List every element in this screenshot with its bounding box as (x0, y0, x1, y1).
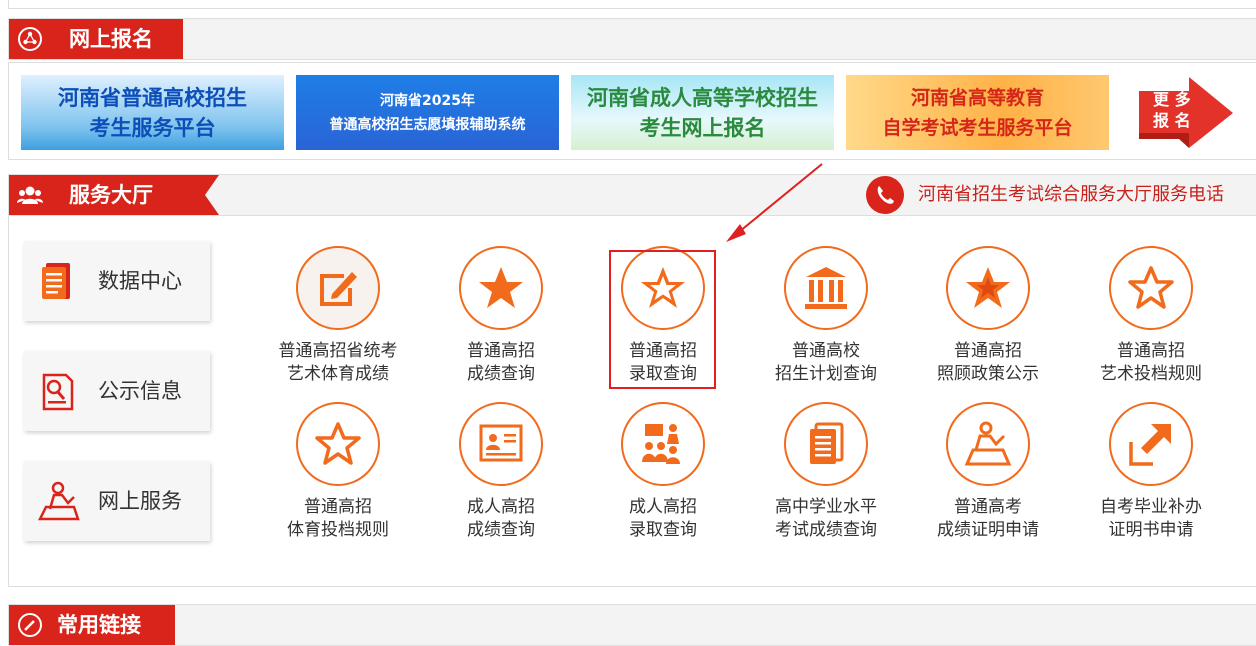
sidebar-item-data-center[interactable]: 数据中心 (24, 241, 210, 321)
banner-line: 考生服务平台 (89, 115, 216, 140)
service-icon-circle (1109, 402, 1193, 486)
service-label: 成人高招 (467, 497, 535, 517)
banner-volunteer-system[interactable]: 河南省2025年 普通高校招生志愿填报辅助系统 (296, 75, 559, 150)
banner-self-study-platform[interactable]: 河南省高等教育 自学考试考生服务平台 (846, 75, 1109, 150)
annotation-arrow (726, 163, 823, 242)
users-icon (17, 186, 43, 204)
signup-banner-row: 河南省普通高校招生 考生服务平台 河南省2025年 普通高校招生志愿填报辅助系统… (8, 62, 1256, 160)
service-sports-filing-rules[interactable]: 普通高招体育投档规则 (258, 402, 418, 542)
notice-icon (42, 373, 74, 411)
classroom-icon (642, 424, 680, 464)
service-hall-tag: 服务大厅 (9, 175, 205, 215)
more-label: 更 多 (1153, 90, 1191, 109)
banner-line: 河南省普通高校招生 (58, 85, 247, 110)
common-links-tag: 常用链接 (9, 605, 175, 645)
star-filled-icon (479, 267, 523, 308)
service-label: 艺术投档规则 (1100, 364, 1202, 384)
service-label: 证明书申请 (1108, 520, 1194, 540)
star-outline-icon (1128, 266, 1174, 309)
sidebar-item-label: 公示信息 (98, 379, 182, 403)
service-label: 普通高招 (304, 497, 372, 517)
banner-line: 普通高校招生志愿填报辅助系统 (329, 116, 526, 133)
service-label: 成人高招 (629, 497, 697, 517)
service-label: 照顾政策公示 (937, 364, 1039, 384)
service-art-sports-scores[interactable]: 普通高招省统考 艺术体育成绩 (258, 246, 418, 386)
service-icon-circle (1109, 246, 1193, 330)
service-label: 体育投档规则 (287, 520, 389, 540)
service-adult-scores[interactable]: 成人高招 成绩查询 (421, 402, 581, 542)
top-border (8, 0, 1256, 9)
service-general-scores[interactable]: 普通高招 成绩查询 (421, 246, 581, 386)
building-icon (805, 267, 847, 309)
arrow-diagonal-icon (1129, 424, 1171, 466)
service-label: 自考毕业补办 (1100, 497, 1202, 517)
service-label: 录取查询 (629, 520, 697, 540)
online-service-icon (37, 481, 80, 521)
service-label: 普通高招 (1117, 341, 1185, 361)
service-label: 成绩查询 (467, 520, 535, 540)
service-score-certificate[interactable]: 普通高考成绩证明申请 (908, 402, 1068, 542)
star-filled-icon (966, 267, 1010, 308)
service-icon-circle (296, 402, 380, 486)
service-label: 普通高考 (954, 497, 1022, 517)
service-label: 高中学业水平 (775, 497, 877, 517)
star-outline-icon (315, 422, 361, 465)
more-label: 报 名 (1153, 111, 1191, 130)
service-icon-circle (784, 402, 868, 486)
service-icon-circle (621, 402, 705, 486)
sidebar-item-label: 数据中心 (98, 269, 182, 293)
service-preferential-policy[interactable]: 普通高招照顾政策公示 (908, 246, 1068, 386)
service-label: 艺术体育成绩 (287, 364, 389, 384)
service-label: 成绩证明申请 (937, 520, 1039, 540)
online-signup-tag: 网上报名 (9, 19, 183, 59)
service-label: 普通高校 (792, 341, 860, 361)
common-links-title: 常用链接 (57, 613, 141, 637)
service-label: 招生计划查询 (775, 364, 877, 384)
online-signup-header: 网上报名 (8, 18, 1256, 60)
service-enrollment-plan-query[interactable]: 普通高校招生计划查询 (746, 246, 906, 386)
common-links-header: 常用链接 (8, 604, 1256, 646)
certificate-icon (479, 424, 523, 462)
service-label: 普通高招省统考 (278, 341, 398, 361)
service-label: 考试成绩查询 (775, 520, 877, 540)
sidebar-item-label: 网上服务 (98, 489, 182, 513)
sidebar-item-online-service[interactable]: 网上服务 (24, 461, 210, 541)
service-hall-title: 服务大厅 (69, 183, 153, 207)
tag-notch (205, 175, 219, 215)
banner-line: 自学考试考生服务平台 (882, 116, 1073, 139)
service-label: 普通高招 (954, 341, 1022, 361)
sidebar-item-notices[interactable]: 公示信息 (24, 351, 210, 431)
service-icon-circle (784, 246, 868, 330)
service-label: 成绩查询 (467, 364, 535, 384)
service-academic-test-scores[interactable]: 高中学业水平 考试成绩查询 (746, 402, 906, 542)
link-icon (18, 613, 42, 637)
document-icon (810, 422, 844, 464)
banner-line: 河南省高等教育 (910, 86, 1044, 109)
service-label: 普通高招 (467, 341, 535, 361)
more-signup-button[interactable]: 更 多 报 名 (1135, 75, 1235, 150)
online-signup-title: 网上报名 (69, 27, 153, 51)
phone-icon (866, 176, 904, 214)
service-phone-label[interactable]: 河南省招生考试综合服务大厅服务电话 (918, 175, 1224, 215)
share-icon (18, 27, 42, 51)
service-adult-admission-query[interactable]: 成人高招 录取查询 (583, 402, 743, 542)
banner-general-admission-platform[interactable]: 河南省普通高校招生 考生服务平台 (21, 75, 284, 150)
banner-adult-admission-signup[interactable]: 河南省成人高等学校招生 考生网上报名 (571, 75, 834, 150)
banner-line: 考生网上报名 (639, 115, 766, 140)
service-diploma-reissue[interactable]: 自考毕业补办 证明书申请 (1071, 402, 1231, 542)
service-icon-circle (946, 246, 1030, 330)
highlight-box (609, 250, 716, 389)
service-icon-circle (296, 246, 380, 330)
banner-line: 河南省成人高等学校招生 (587, 85, 818, 110)
service-icon-circle (459, 246, 543, 330)
banner-line: 河南省2025年 (380, 92, 475, 109)
edit-icon (320, 272, 357, 306)
service-icon-circle (946, 402, 1030, 486)
document-icon (42, 263, 70, 299)
person-desk-icon (964, 421, 1012, 466)
service-art-filing-rules[interactable]: 普通高招艺术投档规则 (1071, 246, 1231, 386)
service-icon-circle (459, 402, 543, 486)
